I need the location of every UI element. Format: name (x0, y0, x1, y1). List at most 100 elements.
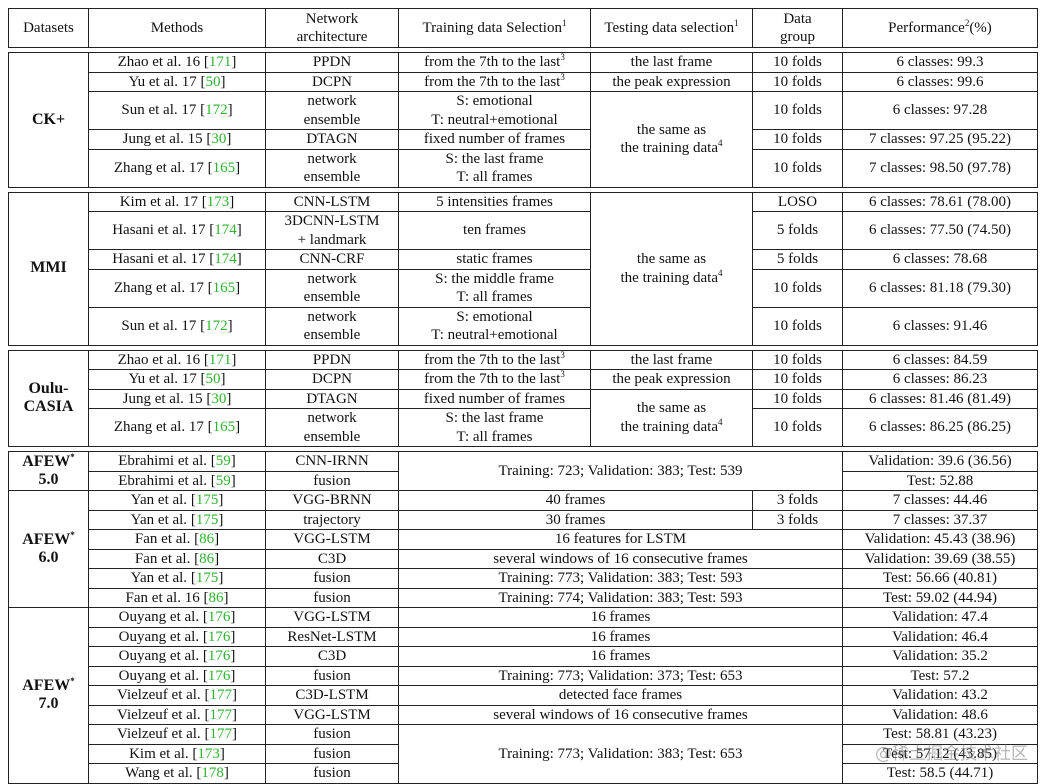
method-cell: Ouyang et al. [176] (88, 646, 266, 667)
citation-link: 175 (195, 492, 219, 508)
table-cell: fusion (265, 568, 399, 589)
table-cell: ResNet-LSTM (265, 626, 399, 647)
cell-text: Methods (150, 19, 204, 36)
method-name: Kim et al. 17 (119, 193, 199, 210)
table-cell: ten frames (398, 211, 591, 250)
method-name: Ebrahimi et al. (118, 472, 207, 489)
citation-link: 59 (215, 453, 231, 469)
table-row: Hasani et al. 17 [174] CNN-CRF static fram… (9, 249, 1038, 270)
cell-text: several windows of 16 consecutive frames (493, 706, 748, 723)
method-cell: Ebrahimi et al. [59] (88, 470, 266, 491)
footnote-marker: 1 (734, 17, 739, 28)
citation-link: 165 (212, 279, 236, 296)
citation-link: 176 (207, 667, 231, 684)
citation-link: 50 (205, 371, 221, 387)
cell-text: 3 folds (776, 511, 819, 528)
dataset-block: MMI Kim et al. 17 [173] CNN-LSTM 5 intensit… (8, 191, 1038, 346)
cell-text: Test: 56.66 (40.81) (883, 570, 997, 586)
cell-text: 10 folds (773, 317, 822, 334)
footnote-marker: 1 (561, 17, 567, 28)
table-cell: PPDN (265, 349, 399, 370)
citation-link: 175 (195, 511, 219, 528)
table-cell: detected face frames (397, 685, 844, 706)
method-cell: Yan et al. [175] (88, 509, 266, 530)
table-cell: 5 folds (752, 211, 843, 250)
cell-text: 30 frames (545, 511, 606, 528)
table-cell: the last frame (590, 349, 753, 370)
table-cell: C3D-LSTM (265, 685, 399, 706)
cell-text: Oulu- CASIA (23, 379, 74, 416)
table-cell: 6 classes: 99.3 (842, 52, 1038, 73)
table-row: AFEW* 7.0 Ouyang et al. [176] VGG-LSTM 16 f… (8, 607, 1039, 784)
dataset-block: AFEW* 5.0 Ebrahimi et al. [59] CNN-IRNN Tra… (8, 451, 1039, 784)
table-cell: the last frame (590, 52, 753, 73)
table-cell: fusion (265, 724, 399, 745)
method-name: Fan et al. (134, 531, 191, 547)
method-cell: Hasani et al. 17 [174] (88, 249, 266, 270)
table-cell: Validation: 43.2 (842, 685, 1039, 706)
table-cell: 5 intensities frames (398, 191, 591, 212)
table-cell: Validation: 45.43 (38.96) (842, 529, 1039, 550)
cell-text: AFEW (22, 676, 71, 694)
table-row: Oulu- CASIA Zhao et al. 16 [171] PPDN from … (8, 349, 1038, 447)
cell-text: VGG-BRNN (292, 492, 372, 508)
cell-text: fusion (313, 589, 351, 606)
table-cell: DTAGN (265, 129, 399, 150)
cell-text: from the 7th to the last (424, 371, 561, 387)
table-cell: 6 classes: 77.50 (74.50) (842, 211, 1038, 250)
table-cell: S: the last frame T: all frames (398, 408, 591, 447)
cell-text: Training: 773; Validation: 383; Test: 65… (498, 745, 743, 762)
table-cell: 10 folds (752, 349, 843, 370)
citation-link: 174 (214, 251, 237, 267)
table-cell: 7 classes: 44.46 (842, 490, 1039, 511)
table-cell: DCPN (265, 369, 399, 390)
cell-text: VGG-LSTM (293, 531, 371, 547)
cell-text: fusion (313, 472, 351, 489)
table-cell: 6 classes: 84.59 (842, 349, 1038, 370)
cell-text: the peak expression (612, 371, 731, 387)
citation-link: 176 (207, 648, 231, 664)
table-cell: 7 classes: 97.25 (95.22) (842, 129, 1038, 150)
table-cell: Validation: 35.2 (842, 646, 1039, 667)
method-name: Kim et al. (129, 745, 189, 762)
cell-text: detected face frames (558, 687, 683, 703)
cell-text: VGG-LSTM (293, 706, 371, 723)
cell-text: 6 classes: 78.68 (892, 251, 988, 267)
cell-text: Training: 723; Validation: 383; Test: 53… (498, 462, 743, 479)
cell-text: 6 classes: 81.46 (81.49) (868, 390, 1012, 407)
cell-text: S: the last frame T: all frames (445, 150, 544, 186)
cell-text: VGG-LSTM (293, 609, 371, 625)
table-cell: fusion (265, 665, 399, 686)
footnote-marker: 4 (717, 416, 723, 427)
method-name: Sun et al. 17 (121, 317, 197, 334)
cell-text: Training data Selection (422, 19, 562, 36)
header-datasets: Datasets (8, 8, 89, 48)
cell-text: C3D-LSTM (295, 687, 369, 703)
table-cell: 6 classes: 81.18 (79.30) (842, 268, 1038, 308)
method-name: Fan et al. 16 (125, 589, 200, 606)
cell-text: CNN-LSTM (293, 193, 371, 210)
cell-text: from the 7th to the last (424, 73, 561, 90)
table-cell: 6 classes: 78.68 (842, 249, 1038, 270)
table-row: Vielzeuf et al. [177] VGG-LSTM several win… (9, 704, 1039, 725)
cell-text: 6 classes: 97.28 (892, 102, 988, 119)
cell-text: 10 folds (773, 371, 822, 387)
citation-link: 86 (208, 589, 224, 606)
table-row: Zhang et al. 17 [165] network ensemble S: … (9, 268, 1038, 308)
comparison-table: Datasets Methods Network architecture Train… (8, 8, 1039, 784)
table-cell: 10 folds (752, 129, 843, 150)
table-cell: the peak expression (590, 369, 753, 390)
cell-text: the same as the training data (620, 251, 718, 286)
cell-text: 10 folds (773, 419, 822, 436)
footnote-marker: 3 (560, 350, 565, 360)
table-row: Yan et al. [175] trajectory 30 frames 3 fol… (9, 509, 1039, 530)
cell-text: Validation: 43.2 (892, 687, 988, 703)
table-cell: 6 classes: 86.25 (86.25) (842, 408, 1038, 447)
table-cell: 10 folds (752, 268, 843, 308)
table-cell: DCPN (265, 71, 399, 92)
footnote-marker: * (70, 529, 75, 540)
table-cell: from the 7th to the last3 (398, 52, 591, 73)
method-cell: Ouyang et al. [176] (88, 626, 266, 647)
table-row: Ouyang et al. [176] fusion Training: 773; … (9, 665, 1039, 686)
table-cell: S: the last frame T: all frames (398, 148, 591, 188)
